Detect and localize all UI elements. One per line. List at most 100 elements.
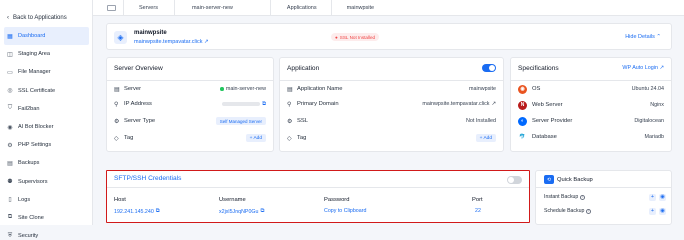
location-pin-icon: ⚲ <box>114 101 119 108</box>
sidebar-item-label: SSL Certificate <box>18 87 56 94</box>
view-icon[interactable]: ◉ <box>659 207 666 215</box>
external-link-icon: ↗ <box>491 101 496 107</box>
password-header: Password <box>324 197 350 203</box>
credentials-title: SFTP/SSH Credentials <box>114 175 182 182</box>
mariadb-icon: 🐬 <box>518 132 527 142</box>
database-row: 🐬 Database Mariadb <box>518 132 664 142</box>
php-icon: ⚙ <box>7 142 13 149</box>
divider <box>536 187 671 188</box>
nginx-icon: N <box>518 100 527 110</box>
breadcrumb-servers[interactable]: Servers <box>139 5 158 11</box>
sidebar-item-php-settings[interactable]: ⚙ PHP Settings <box>0 136 93 154</box>
online-status-dot <box>220 87 224 91</box>
primary-domain-row: ⚲ Primary Domain mainwpsite.tempavatar.c… <box>287 101 496 108</box>
view-icon[interactable]: ◉ <box>659 193 666 201</box>
web-server-value: Nginx <box>650 102 664 108</box>
copy-icon[interactable]: ⧉ <box>156 208 160 215</box>
site-url-link[interactable]: mainwpsite.tempavatar.click ↗ <box>134 39 209 45</box>
breadcrumb: Servers main-server-new Applications mai… <box>93 0 684 16</box>
clone-icon: ⧉ <box>7 214 13 221</box>
back-to-applications-link[interactable]: ‹ Back to Applications <box>0 0 92 25</box>
breadcrumb-current-site: mainwpsite <box>346 4 375 11</box>
divider <box>280 80 503 81</box>
server-icon: ▤ <box>287 86 293 93</box>
chevron-up-icon: ⌃ <box>656 34 661 40</box>
specifications-title: Specifications <box>518 65 559 72</box>
sidebar-item-label: File Manager <box>18 69 51 76</box>
add-tag-button[interactable]: + Add <box>245 134 266 142</box>
sidebar-item-label: Logs <box>18 196 31 203</box>
sidebar-item-site-clone[interactable]: ⧉ Site Clone <box>0 209 93 227</box>
sidebar-item-label: Security <box>18 233 39 240</box>
backup-icon: ▤ <box>7 160 13 167</box>
ssl-status-value: Not Installed <box>466 118 496 124</box>
breadcrumb-applications[interactable]: Applications <box>287 5 317 11</box>
ip-address-value-redacted <box>222 102 261 106</box>
sidebar-item-fail2ban[interactable]: ⛉ Fail2ban <box>0 100 93 118</box>
sidebar-item-ssl-certificate[interactable]: ◎ SSL Certificate <box>0 82 93 100</box>
tag-row: ◇ Tag + Add <box>287 134 496 142</box>
settings-icon: ⚙ <box>287 118 293 125</box>
quick-backup-title: Quick Backup <box>557 177 593 183</box>
username-header: Username <box>219 197 246 203</box>
sidebar-item-logs[interactable]: ▯ Logs <box>0 191 93 209</box>
web-server-row: N Web Server Nginx <box>518 100 664 110</box>
tag-row: ◇ Tag + Add <box>114 134 266 142</box>
copy-icon[interactable]: ⧉ <box>260 208 264 215</box>
sidebar-item-label: Supervisors <box>18 178 48 185</box>
sidebar-item-label: AI Bot Blocker <box>18 124 54 131</box>
add-schedule-button[interactable]: + <box>649 207 656 215</box>
instant-backup-row: Instant Backup i + ◉ <box>544 193 666 201</box>
wp-auto-login-link[interactable]: WP Auto Login ↗ <box>622 65 664 71</box>
digitalocean-icon: ◐ <box>518 116 527 126</box>
ssl-warning-icon: ● <box>335 34 338 40</box>
info-icon[interactable]: i <box>580 194 586 200</box>
database-value: Mariadb <box>644 134 664 140</box>
sidebar-item-staging-area[interactable]: ◫ Staging Area <box>0 45 93 63</box>
primary-domain-link[interactable]: mainwpsite.tempavatar.click ↗ <box>422 101 496 107</box>
file-icon: ▭ <box>7 69 13 76</box>
sidebar-item-supervisors[interactable]: ⚉ Supervisors <box>0 173 93 191</box>
sidebar-item-backups[interactable]: ▤ Backups <box>0 154 93 172</box>
info-icon[interactable]: i <box>586 208 592 214</box>
sidebar-toggle-icon[interactable] <box>107 4 116 11</box>
sidebar-item-label: PHP Settings <box>18 142 52 149</box>
site-name: mainwpsite <box>134 30 167 36</box>
lock-icon: ⛨ <box>7 232 13 239</box>
specifications-card: Specifications WP Auto Login ↗ ◉ OS Ubun… <box>510 57 672 152</box>
divider <box>107 187 529 188</box>
add-backup-button[interactable]: + <box>649 193 656 201</box>
sidebar-item-label: Dashboard <box>18 33 46 40</box>
server-provider-value: Digitalocean <box>634 118 664 124</box>
external-link-icon: ↗ <box>204 39 209 45</box>
username-value[interactable]: x2jxl5JnqNP0Gu ⧉ <box>219 208 264 215</box>
sidebar: ‹ Back to Applications ▦ Dashboard ◫ Sta… <box>0 0 93 239</box>
divider <box>107 80 273 81</box>
wordpress-site-icon: ◈ <box>114 31 127 44</box>
port-header: Port <box>472 197 483 203</box>
ssl-row: ⚙ SSL Not Installed <box>287 118 496 125</box>
host-value[interactable]: 192.241.145.240 ⧉ <box>114 208 160 215</box>
sidebar-item-label: Fail2ban <box>18 105 40 112</box>
ssl-status-badge: ● SSL Not Installed <box>331 33 380 41</box>
shield-icon: ⛉ <box>7 105 13 112</box>
application-toggle[interactable] <box>482 64 496 72</box>
copy-password-button[interactable]: Copy to Clipboard <box>324 208 366 214</box>
divider <box>269 0 271 16</box>
credentials-toggle[interactable] <box>507 176 522 184</box>
sidebar-item-file-manager[interactable]: ▭ File Manager <box>0 63 93 81</box>
hide-details-button[interactable]: Hide Details ⌃ <box>625 34 661 40</box>
copy-icon[interactable]: ⧉ <box>262 101 266 108</box>
sidebar-item-security[interactable]: ⛨ Security <box>0 227 93 240</box>
add-tag-button[interactable]: + Add <box>475 134 496 142</box>
schedule-backup-row: Schedule Backup i + ◉ <box>544 207 666 215</box>
site-header-card: ◈ mainwpsite mainwpsite.tempavatar.click… <box>106 23 672 50</box>
sidebar-item-dashboard[interactable]: ▦ Dashboard <box>4 27 89 46</box>
supervisor-icon: ⚉ <box>7 179 13 186</box>
sidebar-item-ai-bot-blocker[interactable]: ◉ AI Bot Blocker <box>0 118 93 136</box>
divider <box>330 0 332 16</box>
breadcrumb-server[interactable]: main-server-new <box>192 5 233 11</box>
server-row: ▤ Server main-server-new <box>114 86 266 93</box>
sidebar-item-label: Staging Area <box>18 51 51 58</box>
logs-icon: ▯ <box>8 197 12 204</box>
